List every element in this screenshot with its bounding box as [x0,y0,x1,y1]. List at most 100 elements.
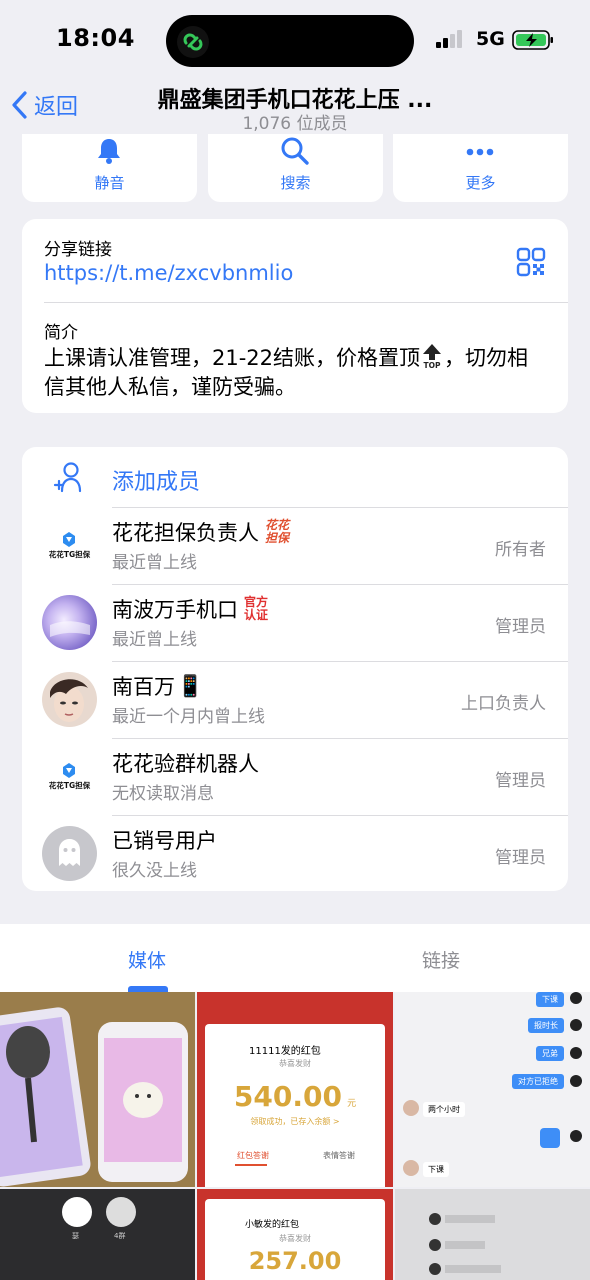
chat-screenshot [429,1213,501,1275]
avatar-photo [50,621,90,637]
add-member-button[interactable]: 添加成员 [22,447,568,507]
redpacket-note: 领取成功，已存入余额 > [250,1117,340,1126]
member-role: 所有者 [495,540,546,560]
back-label: 返回 [34,95,79,120]
member-count: 1,076 位成员 [242,114,348,134]
media-thumbnail[interactable]: 下课 报时长 兄弟 对方已拒绝 两个小时 下课 [395,992,590,1187]
phone-emoji: 📱 [177,673,204,698]
chevron-left-icon [12,91,27,119]
info-card: 分享链接 https://t.me/zxcvbnmlio 简介 上课请认准管理，… [22,219,568,413]
add-member-label: 添加成员 [112,470,201,495]
status-time: 18:04 [56,24,135,52]
member-status: 最近曾上线 [112,553,197,573]
avatar [106,1197,136,1227]
ghost-icon [59,839,80,866]
member-name-text: 南百万 [112,675,175,699]
avatar: 花花TG担保 [42,518,97,573]
intro-text-part1: 上课请认准管理，21-22结账，价格置顶 [44,346,421,370]
divider [112,507,568,508]
intro-title: 简介 [44,323,78,343]
add-user-icon [53,462,82,493]
redpacket-card: 小敏发的红包 恭喜发财 257.00 [205,1199,385,1280]
contact-label: 瑟 [72,1232,79,1240]
qq-avatar-column [570,992,582,1142]
top-arrow-icon: TOP [423,344,442,369]
member-name: 南波万手机口 官方认证 [112,594,272,624]
member-name: 花花担保负责人 花花担保 [112,517,293,547]
network-label: 5G [476,28,505,50]
redpacket-tab-a: 红包答谢 [237,1151,269,1160]
tab-links[interactable]: 链接 [422,946,460,973]
more-button[interactable]: 更多 [393,134,568,202]
tab-media[interactable]: 媒体 [128,946,166,973]
member-name: 已销号用户 [112,829,217,853]
media-thumbnail[interactable]: 11111发的红包 恭喜发财 540.00 元 领取成功，已存入余额 > 红包答… [197,992,393,1187]
chat-bubble: 对方已拒绝 [512,1074,564,1089]
divider [44,302,568,303]
media-grid: 11111发的红包 恭喜发财 540.00 元 领取成功，已存入余额 > 红包答… [0,992,590,1280]
member-name-text: 南波万手机口 [112,598,238,622]
avatar-photo [50,679,88,722]
redpacket-unit: 元 [347,1099,357,1109]
status-bar: 18:04 5G [0,0,590,80]
member-status: 最近曾上线 [112,630,197,650]
nav-bar: 返回 鼎盛集团手机口花花上压 ... 1,076 位成员 [0,76,590,134]
avatar [403,1100,419,1116]
redpacket-card: 11111发的红包 恭喜发财 540.00 元 领取成功，已存入余额 > 红包答… [205,1024,385,1187]
chat-bubble: 兄弟 [536,1046,564,1061]
mute-label: 静音 [94,174,125,192]
divider [112,661,568,662]
search-button[interactable]: 搜索 [208,134,383,202]
link-app-icon [177,26,209,58]
members-card: 添加成员 花花TG担保 花花担保负责人 花花担保 最近曾上线 所有者 南波万手机… [22,447,568,891]
mute-button[interactable]: 静音 [22,134,197,202]
member-row-bot[interactable]: 花花TG担保 花花验群机器人 无权读取消息 管理员 [22,738,568,815]
media-thumbnail[interactable]: 小敏发的红包 恭喜发财 257.00 [197,1189,393,1280]
member-status: 很久没上线 [112,861,197,881]
member-row-admin-2[interactable]: 南百万 📱 最近一个月内曾上线 上口负责人 [22,661,568,738]
dynamic-island [166,15,414,67]
redpacket-amount: 540.00 [233,1080,342,1113]
member-name-text: 花花担保负责人 [112,521,259,545]
back-button[interactable]: 返回 [10,90,78,120]
chat-bubble: 下课 [536,992,564,1007]
intro-text: 上课请认准管理，21-22结账，价格置顶 TOP ，切勿相信其他人私信，谨防受骗。 [44,343,549,402]
redpacket-tab-indicator [235,1164,267,1166]
chat-bubble: 两个小时 [423,1102,465,1117]
member-row-admin-1[interactable]: 南波万手机口 官方认证 最近曾上线 管理员 [22,584,568,661]
media-thumbnail[interactable]: 瑟 4群 [0,1189,195,1280]
action-buttons: 静音 搜索 更多 [22,134,568,202]
battery-icon [512,30,553,50]
redpacket-greeting: 恭喜发财 [279,1234,311,1243]
redpacket-tab-b: 表情答谢 [323,1151,355,1160]
share-link-title: 分享链接 [44,240,112,260]
search-label: 搜索 [280,174,311,192]
more-icon [466,148,494,156]
avatar [42,595,97,650]
member-role: 管理员 [495,617,546,637]
redpacket-greeting: 恭喜发财 [279,1059,311,1068]
media-thumbnail[interactable] [0,992,195,1187]
qr-code-icon[interactable] [516,247,546,277]
avatar: 花花TG担保 [42,749,97,804]
member-row-owner[interactable]: 花花TG担保 花花担保负责人 花花担保 最近曾上线 所有者 [22,507,568,584]
member-role: 管理员 [495,771,546,791]
divider [112,584,568,585]
contact-label: 4群 [114,1232,126,1240]
more-label: 更多 [465,174,496,192]
guarantee-logo-icon: 花花TG担保 [49,532,91,559]
chat-bubble: 下课 [423,1162,449,1177]
bell-icon [98,139,120,164]
media-tabs: 媒体 链接 [0,924,590,992]
guarantee-logo-icon: 花花TG担保 [49,763,91,790]
top-badge-label: TOP [424,361,441,369]
share-link[interactable]: https://t.me/zxcvbnmlio [44,261,293,285]
redpacket-sender: 小敏发的红包 [245,1220,300,1230]
media-thumbnail[interactable] [395,1189,590,1280]
member-name: 南百万 📱 [112,671,203,701]
signal-icon [436,30,462,48]
photo-phones [0,992,195,1187]
member-row-deleted[interactable]: 已销号用户 很久没上线 管理员 [22,815,568,891]
member-tag: 花花担保 [265,518,290,545]
avatar [403,1160,419,1176]
